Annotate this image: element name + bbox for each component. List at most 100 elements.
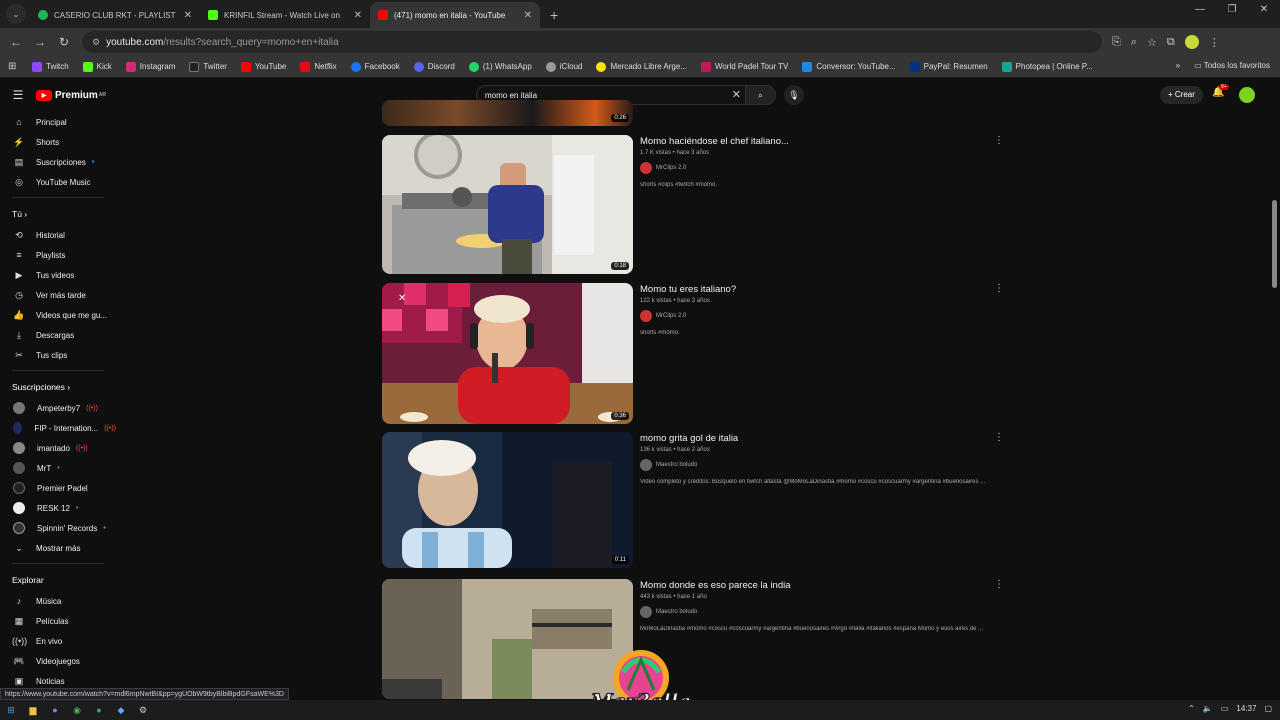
video-title[interactable]: momo grita gol de italia <box>640 433 1000 444</box>
bookmark[interactable]: Photopea | Online P... <box>1001 61 1093 72</box>
browser-tab[interactable]: KRINFIL Stream - Watch Live on ✕ <box>200 2 370 28</box>
search-icon[interactable]: ⌕ <box>745 86 775 104</box>
reload-icon[interactable]: ↻ <box>52 35 76 49</box>
bookmark-star-icon[interactable]: ☆ <box>1147 36 1157 49</box>
bookmark[interactable]: Conversor: YouTube... <box>802 61 896 72</box>
channel-link[interactable]: Maestro boludo <box>640 606 1000 618</box>
video-result[interactable]: 0:18 Momo haciéndose el chef italiano...… <box>382 135 1004 275</box>
sidebar-item-live[interactable]: ((•)) En vivo <box>0 631 116 651</box>
sidebar-sub[interactable]: RESK 12 • <box>0 498 116 518</box>
bookmark[interactable]: YouTube <box>240 61 286 72</box>
tray-chevron-icon[interactable]: ⌃ <box>1188 704 1195 713</box>
scrollbar-thumb[interactable] <box>1272 200 1277 288</box>
settings-icon[interactable]: ⚙ <box>132 700 154 720</box>
close-icon[interactable]: ✕ <box>354 10 362 21</box>
chrome-icon[interactable]: ◉ <box>66 700 88 720</box>
more-options-icon[interactable]: ⋮ <box>994 432 1004 443</box>
sidebar-item-watch-later[interactable]: ◷ Ver más tarde <box>0 285 116 305</box>
network-icon[interactable]: ▭ <box>1221 704 1229 713</box>
video-thumbnail[interactable]: ✕ 0:36 <box>382 283 633 424</box>
sidebar-item-gaming[interactable]: 🎮 Videojuegos <box>0 651 116 671</box>
sidebar-item-history[interactable]: ⟲ Historial <box>0 225 116 245</box>
browser-tab-active[interactable]: (471) momo en italia - YouTube ✕ <box>370 2 540 28</box>
sidebar-you-header[interactable]: Tú › <box>0 203 116 225</box>
new-tab-button[interactable]: + <box>550 7 558 23</box>
apps-icon[interactable]: ⊞ <box>8 61 22 72</box>
forward-icon[interactable]: → <box>28 35 52 49</box>
bookmark[interactable]: Discord <box>413 61 455 72</box>
install-icon[interactable]: ⎘ <box>1112 36 1121 49</box>
bookmark[interactable]: Instagram <box>125 61 175 72</box>
extensions-icon[interactable]: ⧉ <box>1167 36 1175 49</box>
profile-avatar[interactable] <box>1184 35 1199 49</box>
bookmark[interactable]: World Padel Tour TV <box>700 61 788 72</box>
file-explorer-icon[interactable]: ▆ <box>22 700 44 720</box>
bookmark[interactable]: Facebook <box>350 61 400 72</box>
menu-icon[interactable]: ☰ <box>0 88 36 102</box>
bookmark[interactable]: (1) WhatsApp <box>468 61 532 72</box>
discord-icon[interactable]: ● <box>44 700 66 720</box>
show-more-button[interactable]: ⌄ Mostrar más <box>0 538 116 558</box>
sidebar-item-downloads[interactable]: ⤓ Descargas <box>0 325 116 345</box>
zoom-icon[interactable]: ⌕ <box>1131 36 1137 49</box>
sidebar-item-movies[interactable]: ▦ Películas <box>0 611 116 631</box>
sidebar-item-youtube-music[interactable]: ◎ YouTube Music <box>0 172 116 192</box>
bookmark[interactable]: Kick <box>82 61 112 72</box>
bookmark[interactable]: Mercado Libre Arge... <box>596 61 687 72</box>
windows-start-icon[interactable]: ⊞ <box>0 700 22 720</box>
video-title[interactable]: Momo donde es eso parece la india <box>640 580 1000 591</box>
sidebar-item-shorts[interactable]: ⚡ Shorts <box>0 132 116 152</box>
video-result[interactable]: ✕ 0:36 Momo tu eres italiano? 122 k vist… <box>382 283 1004 424</box>
channel-link[interactable]: MrClips 2.0 <box>640 162 1000 174</box>
video-title[interactable]: Momo haciéndose el chef italiano... <box>640 136 1000 147</box>
menu-kebab-icon[interactable]: ⋮ <box>1209 36 1220 49</box>
bookmark[interactable]: Twitter <box>189 61 227 72</box>
sidebar-item-home[interactable]: ⌂ Principal <box>0 112 116 132</box>
close-window-icon[interactable]: ✕ <box>1248 4 1280 15</box>
video-result[interactable]: 0:26 <box>382 100 1002 127</box>
volume-icon[interactable]: 🔈 <box>1203 704 1213 713</box>
minimize-icon[interactable]: — <box>1184 4 1216 15</box>
steam-icon[interactable]: ◆ <box>110 700 132 720</box>
channel-link[interactable]: MrClips 2.0 <box>640 310 1000 322</box>
sidebar-sub[interactable]: imantado ((•)) <box>0 438 116 458</box>
youtube-logo[interactable]: ▶ Premium AR <box>36 89 106 101</box>
bookmark[interactable]: PayPal: Resumen <box>909 61 988 72</box>
bookmark[interactable]: iCloud <box>545 61 582 72</box>
sidebar-item-subscriptions[interactable]: ▤ Suscripciones • <box>0 152 116 172</box>
all-favorites-folder[interactable]: ▭ Todos los favoritos <box>1194 61 1270 70</box>
chevron-right-icon[interactable]: » <box>1176 61 1180 70</box>
back-icon[interactable]: ← <box>4 35 28 49</box>
browser-tab[interactable]: CASERIO CLUB RKT - PLAYLIST ✕ <box>30 2 200 28</box>
sidebar-item-music[interactable]: ♪ Música <box>0 591 116 611</box>
video-thumbnail[interactable]: 0:18 <box>382 135 633 274</box>
sidebar-item-your-videos[interactable]: ▶ Tus videos <box>0 265 116 285</box>
sidebar-item-playlists[interactable]: ≡ Playlists <box>0 245 116 265</box>
sidebar-sub[interactable]: Spinnin' Records • <box>0 518 116 538</box>
more-options-icon[interactable]: ⋮ <box>994 579 1004 590</box>
video-title[interactable]: Momo tu eres italiano? <box>640 284 1000 295</box>
sidebar-sub[interactable]: FIP - Internation... ((•)) <box>0 418 116 438</box>
bookmark[interactable]: Twitch <box>32 61 69 72</box>
microphone-icon[interactable]: 🎙 <box>784 85 804 105</box>
clear-search-icon[interactable]: ✕ <box>732 88 741 101</box>
video-thumbnail[interactable]: 0:11 <box>382 432 633 568</box>
close-icon[interactable]: ✕ <box>184 10 192 21</box>
sidebar-item-clips[interactable]: ✂ Tus clips <box>0 345 116 365</box>
avatar[interactable] <box>1239 87 1255 103</box>
more-options-icon[interactable]: ⋮ <box>994 283 1004 294</box>
video-result[interactable]: 0:11 momo grita gol de italia 136 k vist… <box>382 432 1004 569</box>
site-info-icon[interactable]: ⚙ <box>92 37 100 48</box>
create-button[interactable]: + Crear <box>1160 86 1203 104</box>
clock[interactable]: 14:37 <box>1236 704 1256 713</box>
sidebar-sub[interactable]: Ampeterby7 ((•)) <box>0 398 116 418</box>
close-icon[interactable]: ✕ <box>524 10 532 21</box>
sidebar-sub[interactable]: MrT • <box>0 458 116 478</box>
video-thumbnail[interactable]: 0:26 <box>382 100 633 126</box>
more-options-icon[interactable]: ⋮ <box>994 135 1004 146</box>
sidebar-item-liked[interactable]: 👍 Videos que me gu... <box>0 305 116 325</box>
scrollbar[interactable] <box>1272 84 1278 688</box>
restore-icon[interactable]: ❐ <box>1216 4 1248 15</box>
sidebar-subscriptions-header[interactable]: Suscripciones › <box>0 376 116 398</box>
url-field[interactable]: ⚙ youtube.com/results?search_query=momo+… <box>82 31 1102 53</box>
